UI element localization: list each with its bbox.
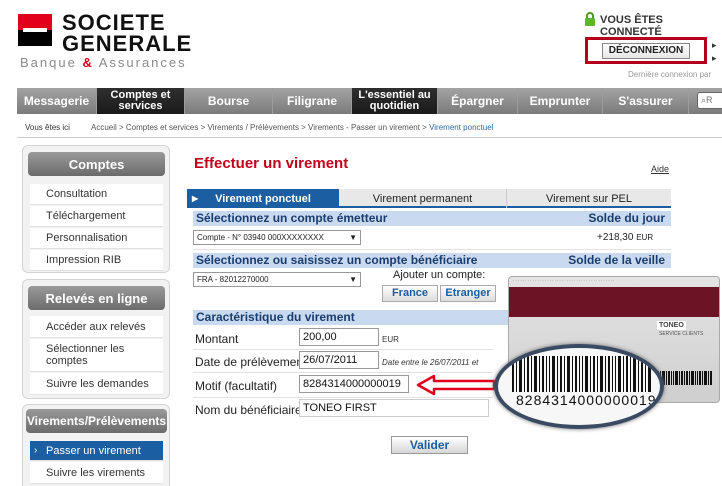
sidebar-item-passer-virement[interactable]: › Passer un virement — [30, 441, 163, 461]
tab-virement-permanent[interactable]: Virement permanent — [339, 189, 506, 208]
caret-down-icon: ▼ — [349, 233, 357, 242]
card-fine-print: · · · · · · · · · · · · · · · · · · · · … — [513, 278, 615, 283]
help-link[interactable]: Aide — [651, 164, 669, 174]
nom-beneficiaire-label: Nom du bénéficiaire — [195, 403, 302, 417]
montant-input[interactable]: 200,00 — [299, 328, 379, 346]
card-service-text: SERVICE CLIENTS — [659, 331, 704, 337]
magnetic-stripe — [509, 287, 719, 317]
sidebar-item-personnalisation[interactable]: Personnalisation — [30, 228, 163, 249]
date-range-note: Date entre le 26/07/2011 et — [382, 358, 479, 367]
lock-icon — [585, 12, 595, 26]
sidebar-item-suivre-demandes[interactable]: Suivre les demandes — [30, 373, 163, 395]
beneficiaire-section-header: Sélectionnez ou saisissez un compte béné… — [193, 253, 671, 268]
chevron-right-icon[interactable]: ▸ — [712, 53, 717, 64]
divider — [193, 397, 493, 398]
tab-virement-ponctuel[interactable]: ▶ Virement ponctuel — [187, 189, 339, 208]
card-brand: TONEO — [657, 321, 686, 330]
sidebar-item-acceder-releves[interactable]: Accéder aux relevés — [30, 316, 163, 338]
barcode — [512, 356, 651, 392]
date-input[interactable]: 26/07/2011 — [299, 351, 379, 369]
currency-unit: EUR — [382, 335, 399, 344]
valider-button[interactable]: Valider — [391, 436, 468, 454]
sidebar-item-suivre-virements[interactable]: Suivre les virements — [30, 462, 163, 484]
balance-value: +218,30 EUR — [597, 232, 654, 243]
triangle-right-icon: ▶ — [192, 194, 199, 203]
motif-label: Motif (facultatif) — [195, 379, 278, 393]
sidebar-item-selectionner-comptes[interactable]: Sélectionner les comptes — [30, 339, 163, 372]
red-arrow-annotation — [416, 374, 496, 396]
nav-filigrane[interactable]: Filigrane — [273, 88, 352, 114]
sidebar-item-telechargement[interactable]: Téléchargement — [30, 206, 163, 227]
sidebar-item-impression-rib[interactable]: Impression RIB — [30, 250, 163, 271]
divider — [193, 349, 493, 350]
chevron-right-icon[interactable]: ▸ — [712, 40, 717, 51]
logout-frame: DÉCONNEXION — [585, 37, 707, 64]
nav-essentiel-quotidien[interactable]: L'essentiel au quotidien — [352, 88, 438, 114]
sidebar-comptes-title: Comptes — [28, 152, 165, 176]
last-connection-text: Dernière connexion par — [628, 70, 712, 79]
motif-input[interactable]: 8284314000000019 — [299, 375, 409, 393]
emetteur-account-select[interactable]: Compte - N° 03940 000XXXXXXXX ▼ — [193, 230, 361, 245]
nav-emprunter[interactable]: Emprunter — [518, 88, 603, 114]
sidebar-item-consultation[interactable]: Consultation — [30, 184, 163, 205]
societe-generale-logo[interactable] — [18, 14, 52, 46]
chevron-right-icon: › — [34, 445, 38, 456]
emetteur-section-header: Sélectionnez un compte émetteur Solde du … — [193, 211, 671, 226]
montant-label: Montant — [195, 332, 239, 346]
nav-epargner[interactable]: Épargner — [438, 88, 518, 114]
france-button[interactable]: France — [382, 285, 438, 302]
tab-virement-pel[interactable]: Virement sur PEL — [506, 189, 671, 208]
nav-comptes-services[interactable]: Comptes et services — [97, 88, 185, 114]
search-input[interactable]: ⌕R — [697, 92, 722, 109]
sidebar-releves-title: Relevés en ligne — [28, 286, 165, 310]
logout-button[interactable]: DÉCONNEXION — [602, 42, 690, 59]
divider — [193, 372, 493, 373]
breadcrumb-label: Vous êtes ici — [25, 123, 70, 132]
nav-s-assurer[interactable]: S'assurer — [603, 88, 689, 114]
beneficiaire-account-select[interactable]: FRA - 82012270000 ▼ — [193, 272, 361, 287]
add-account-label: Ajouter un compte: — [393, 269, 486, 281]
page-title: Effectuer un virement — [194, 155, 349, 172]
magnified-barcode: 8284314000000019 — [494, 344, 664, 429]
date-label: Date de prélèvement — [195, 355, 307, 369]
brand-name-line2: GENERALE — [62, 31, 193, 56]
nav-bourse[interactable]: Bourse — [185, 88, 273, 114]
barcode-number: 8284314000000019 — [516, 392, 657, 408]
sidebar-virements-title: Virements/Prélèvements — [26, 409, 167, 433]
divider — [193, 249, 671, 250]
etranger-button[interactable]: Etranger — [440, 285, 496, 302]
connected-status: VOUS ÊTES CONNECTÉ — [600, 14, 663, 38]
brand-tagline: Banque & Assurances — [20, 55, 187, 70]
nom-beneficiaire-input[interactable]: TONEO FIRST — [299, 399, 489, 417]
breadcrumb-path[interactable]: Accueil > Comptes et services > Virement… — [91, 123, 493, 132]
nav-messagerie[interactable]: Messagerie — [17, 88, 97, 114]
caret-down-icon: ▼ — [349, 275, 357, 284]
